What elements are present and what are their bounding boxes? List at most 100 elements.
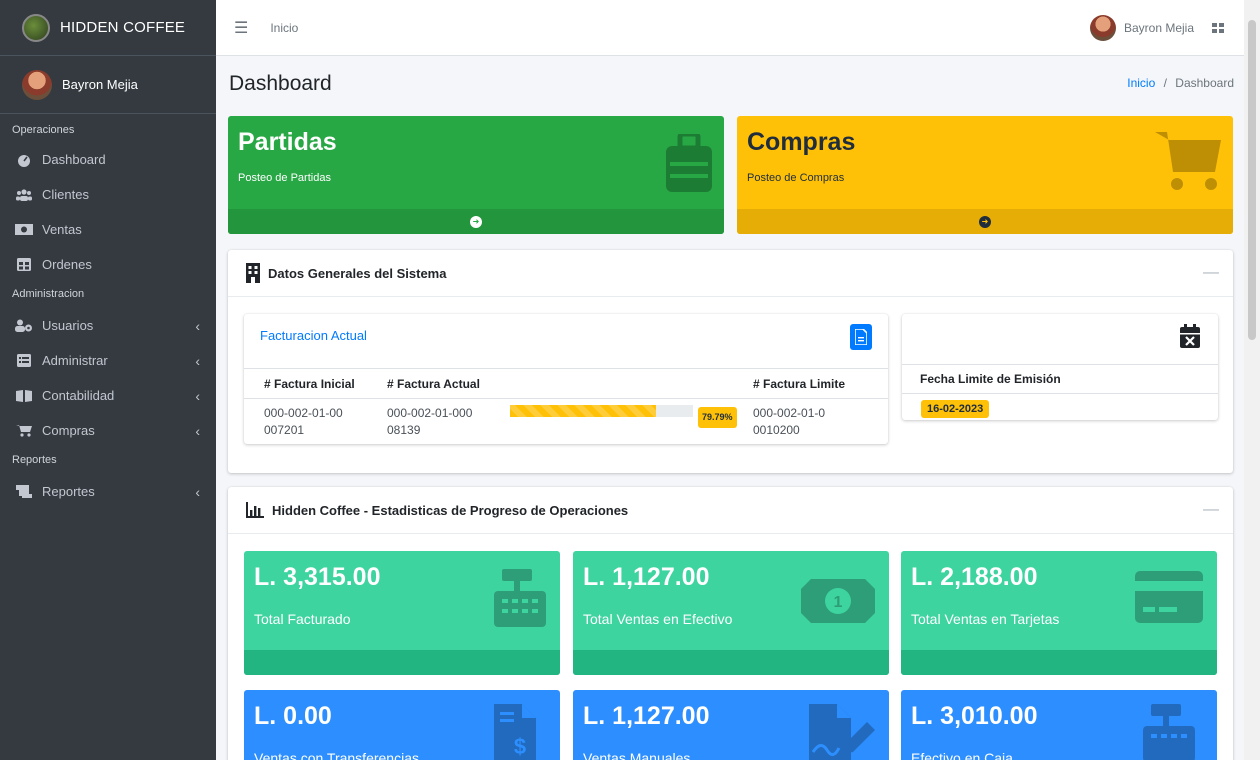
breadcrumb-home-link[interactable]: Inicio [1127,76,1155,90]
sidebar-item-dashboard[interactable]: Dashboard [0,142,216,177]
sidebar-item-administrar[interactable]: Administrar ‹ [0,343,216,378]
datos-generales-card: Datos Generales del Sistema — Facturacio… [228,250,1233,473]
stat-label: Total Facturado [254,611,351,627]
sidebar-item-ventas[interactable]: Ventas [0,212,216,247]
sidebar-item-label: Ventas [42,222,82,237]
stat-value: L. 2,188.00 [911,563,1038,591]
scrollbar-thumb[interactable] [1248,20,1256,340]
stat-footer [901,650,1217,675]
chevron-left-icon: ‹ [195,352,200,369]
card-header: Datos Generales del Sistema — [228,250,1233,297]
brand-logo [22,13,50,42]
svg-text:1: 1 [834,594,843,611]
user-cog-icon [14,319,34,333]
estadisticas-card: Hidden Coffee - Estadisticas de Progreso… [228,487,1233,760]
topbar-user-menu[interactable]: Bayron Mejia [1089,14,1224,41]
collapse-icon[interactable]: — [1203,501,1219,519]
partidas-title: Partidas [238,128,337,156]
nav-header-operaciones: Operaciones [12,124,75,136]
sidebar-item-usuarios[interactable]: Usuarios ‹ [0,308,216,343]
collapse-icon[interactable]: — [1203,264,1219,282]
page-title: Dashboard [229,72,332,95]
sidebar-item-compras[interactable]: Compras ‹ [0,413,216,448]
topbar-home-link[interactable]: Inicio [270,21,298,35]
user-panel[interactable]: Bayron Mejia [0,56,216,114]
stat-value: L. 3,010.00 [911,702,1038,730]
facturacion-title[interactable]: Facturacion Actual [260,328,367,343]
topbar-user-name: Bayron Mejia [1123,20,1194,35]
file-icon [855,329,867,345]
calendar-times-icon [1180,324,1200,348]
credit-card-icon [1135,571,1203,623]
sidebar-item-contabilidad[interactable]: Contabilidad ‹ [0,378,216,413]
avatar [22,69,52,100]
stat-value: L. 1,127.00 [583,563,710,591]
factura-inicial: 000-002-01-00007201 [264,406,343,437]
file-signature-icon [809,704,875,760]
chevron-left-icon: ‹ [195,317,200,334]
fecha-limite-card: Fecha Limite de Emisión 16-02-2023 [902,314,1218,420]
sidebar-item-reportes[interactable]: Reportes ‹ [0,474,216,509]
breadcrumb: Inicio / Dashboard [1127,76,1234,90]
stat-label: Total Ventas en Tarjetas [911,611,1060,627]
page-scrollbar[interactable] [1244,0,1260,760]
chevron-left-icon: ‹ [195,387,200,404]
sidebar-item-label: Clientes [42,187,89,202]
brand-link[interactable]: HIDDEN COFFEE [0,0,216,56]
compras-box: Compras Posteo de Compras ➜ [737,116,1233,234]
breadcrumb-current: Dashboard [1175,76,1234,90]
compras-title: Compras [747,128,856,156]
stat-footer [573,650,889,675]
stat-label: Ventas con Transferencias [254,750,419,760]
compras-more-info-link[interactable]: ➜ [737,209,1233,234]
cart-icon [14,424,34,438]
document-button[interactable] [850,324,872,350]
fecha-limite-header: Fecha Limite de Emisión [902,364,1218,394]
progress-fill [510,405,657,417]
cash-register-icon [494,569,546,627]
stat-value: L. 3,315.00 [254,563,381,591]
progress-cell: 79.79% [493,405,748,428]
column-header: # Factura Actual [387,376,480,391]
sidebar-item-clientes[interactable]: Clientes [0,177,216,212]
avatar [1089,14,1116,41]
stat-label: Ventas Manuales [583,750,691,760]
sidebar-item-label: Compras [42,423,95,438]
sidebar-item-label: Usuarios [42,318,94,333]
sidebar-item-label: Contabilidad [42,388,115,403]
factura-limite: 000-002-01-00010200 [753,406,826,437]
stat-efectivo-caja: L. 3,010.00 Efectivo en Caja [901,690,1217,760]
cart-icon [1155,132,1221,190]
topbar: ☰ Inicio Bayron Mejia [216,0,1244,56]
partidas-box: Partidas Posteo de Partidas ➜ [228,116,724,234]
stat-total-facturado: L. 3,315.00 Total Facturado [244,551,560,675]
progress-badge: 79.79% [698,407,737,428]
sidebar-item-label: Reportes [42,484,95,499]
stat-label: Total Ventas en Efectivo [583,611,733,627]
hamburger-menu-icon[interactable]: ☰ [234,18,248,38]
nav-header-reportes: Reportes [12,454,57,466]
grid-icon[interactable] [1212,22,1224,33]
compras-subtitle: Posteo de Compras [747,172,845,184]
factura-actual: 000-002-01-00008139 [387,406,473,437]
building-icon [246,263,260,283]
fecha-limite-badge: 16-02-2023 [921,400,990,418]
table-row: 000-002-01-00007201 000-002-01-00008139 … [244,399,888,445]
invoice-dollar-icon: $ [494,704,536,760]
facturacion-card: Facturacion Actual # Factura Inicial # F… [244,314,888,444]
stat-ventas-efectivo: L. 1,127.00 Total Ventas en Efectivo 1 [573,551,889,675]
card-header: Hidden Coffee - Estadisticas de Progreso… [228,487,1233,534]
table-icon [14,258,34,272]
partidas-more-info-link[interactable]: ➜ [228,209,724,234]
sidebar-item-ordenes[interactable]: Ordenes [0,247,216,282]
arrow-right-icon: ➜ [979,215,991,228]
stat-value: L. 1,127.00 [583,702,710,730]
chevron-left-icon: ‹ [195,422,200,439]
sidebar-item-label: Administrar [42,353,108,368]
partidas-subtitle: Posteo de Partidas [238,172,331,184]
book-icon [14,389,34,403]
column-header: # Factura Inicial [264,376,355,391]
chart-bar-icon [246,502,264,518]
stat-label: Efectivo en Caja [911,750,1013,760]
breadcrumb-separator: / [1163,76,1167,90]
